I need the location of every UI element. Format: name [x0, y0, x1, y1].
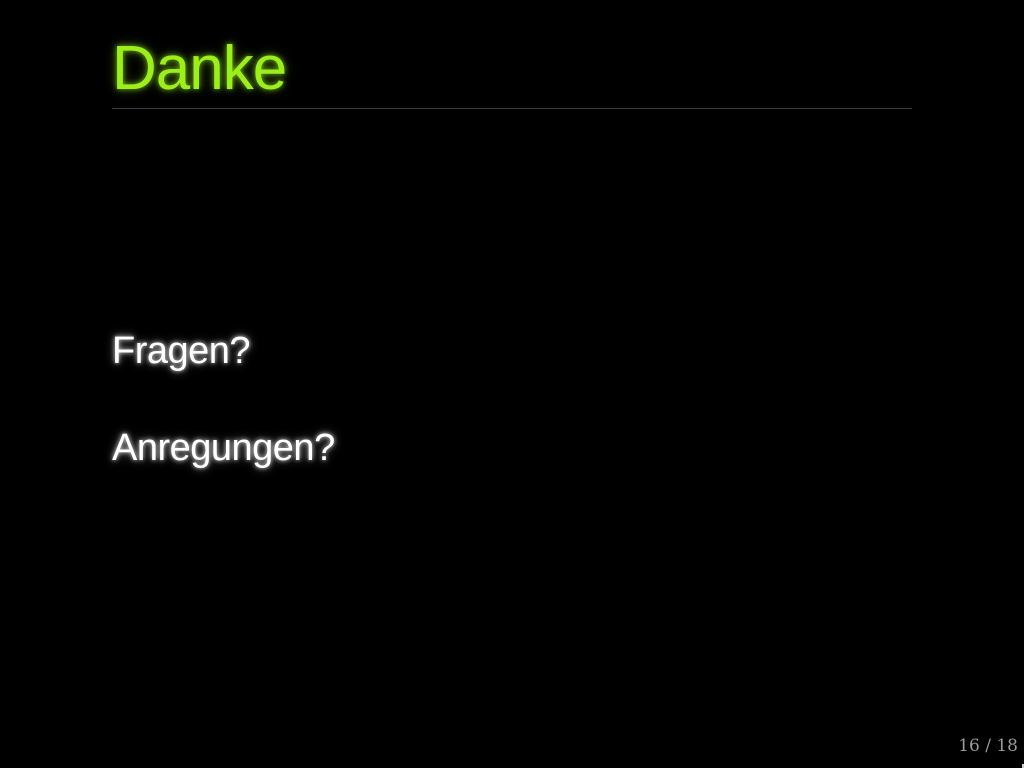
page-counter: 16 / 18 [958, 736, 1018, 756]
question-line-anregungen: Anregungen? [112, 427, 335, 469]
question-line-fragen: Fragen? [112, 330, 251, 372]
presentation-slide[interactable]: Danke Fragen? Anregungen? 16 / 18 [0, 0, 1024, 768]
slide-body: Fragen? Anregungen? [112, 326, 335, 520]
title-divider [112, 108, 912, 109]
slide-title: Danke [112, 34, 287, 103]
